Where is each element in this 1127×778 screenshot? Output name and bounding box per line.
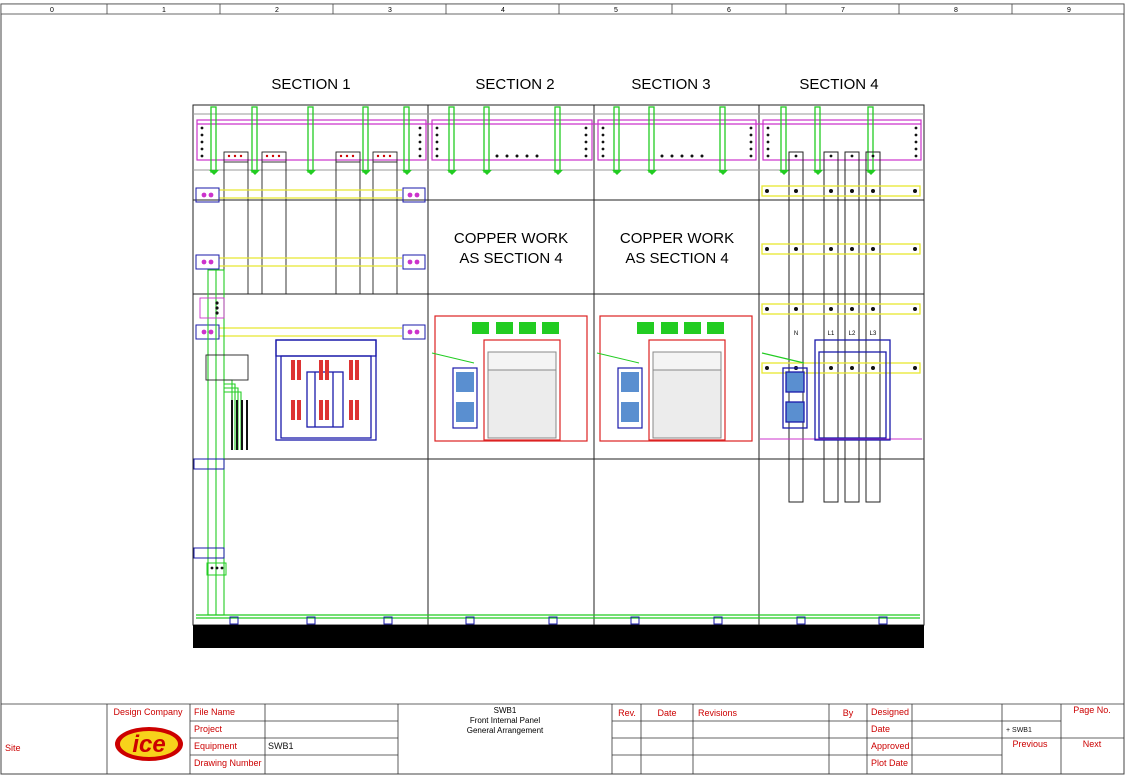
rev-label: Rev. bbox=[618, 708, 636, 718]
by-label: By bbox=[843, 708, 854, 718]
equipment-label: Equipment bbox=[194, 741, 238, 751]
project-label: Project bbox=[194, 724, 223, 734]
section-3-note-line2: AS SECTION 4 bbox=[625, 250, 728, 267]
section-2-title: SECTION 2 bbox=[475, 76, 554, 93]
ruler-label: 9 bbox=[1067, 7, 1071, 14]
ruler-label: 2 bbox=[275, 7, 279, 14]
equipment-value: SWB1 bbox=[268, 741, 294, 751]
section-2-note-line2: AS SECTION 4 bbox=[459, 250, 562, 267]
ruler-label: 7 bbox=[841, 7, 845, 14]
ruler-label: 0 bbox=[50, 7, 54, 14]
phase-label-n: N bbox=[794, 331, 798, 337]
ruler-label: 8 bbox=[954, 7, 958, 14]
ruler-label: 5 bbox=[614, 7, 618, 14]
phase-label-l2: L2 bbox=[849, 331, 856, 337]
next-page-link[interactable]: Next bbox=[1083, 739, 1102, 749]
site-label: Site bbox=[5, 743, 21, 753]
file-name-label: File Name bbox=[194, 707, 235, 717]
drawing-sheet: 0 1 2 3 4 5 6 7 8 9 SECTION 1 SECTION 2 … bbox=[0, 3, 1125, 775]
plinth bbox=[193, 625, 924, 648]
sheet-reference: + SWB1 bbox=[1006, 727, 1032, 734]
ruler-label: 4 bbox=[501, 7, 505, 14]
designed-label: Designed bbox=[871, 707, 909, 717]
page-no-label: Page No. bbox=[1073, 705, 1111, 715]
ruler-label: 3 bbox=[388, 7, 392, 14]
section-2-note-line1: COPPER WORK bbox=[454, 230, 568, 247]
date-label: Date bbox=[657, 708, 676, 718]
section-4-title: SECTION 4 bbox=[799, 76, 878, 93]
section-3-note-line1: COPPER WORK bbox=[620, 230, 734, 247]
approved-label: Approved bbox=[871, 741, 910, 751]
design-company-label: Design Company bbox=[113, 707, 183, 717]
drawing-title-line1: SWB1 bbox=[494, 706, 517, 715]
phase-label-l3: L3 bbox=[870, 331, 877, 337]
drawing-title-line3: General Arrangement bbox=[467, 726, 544, 735]
logo-text: ice bbox=[132, 731, 165, 758]
previous-page-link[interactable]: Previous bbox=[1012, 739, 1048, 749]
revisions-label: Revisions bbox=[698, 708, 738, 718]
column-ruler: 0 1 2 3 4 5 6 7 8 9 bbox=[0, 3, 1125, 15]
plot-date-label: Plot Date bbox=[871, 758, 908, 768]
section-1-title: SECTION 1 bbox=[271, 76, 350, 93]
phase-label-l1: L1 bbox=[828, 331, 835, 337]
ruler-label: 6 bbox=[727, 7, 731, 14]
section-3-title: SECTION 3 bbox=[631, 76, 710, 93]
ruler-label: 1 bbox=[162, 7, 166, 14]
date2-label: Date bbox=[871, 724, 890, 734]
drawing-number-label: Drawing Number bbox=[194, 758, 262, 768]
company-logo: ice bbox=[115, 727, 183, 761]
drawing-title-line2: Front Internal Panel bbox=[470, 716, 540, 725]
